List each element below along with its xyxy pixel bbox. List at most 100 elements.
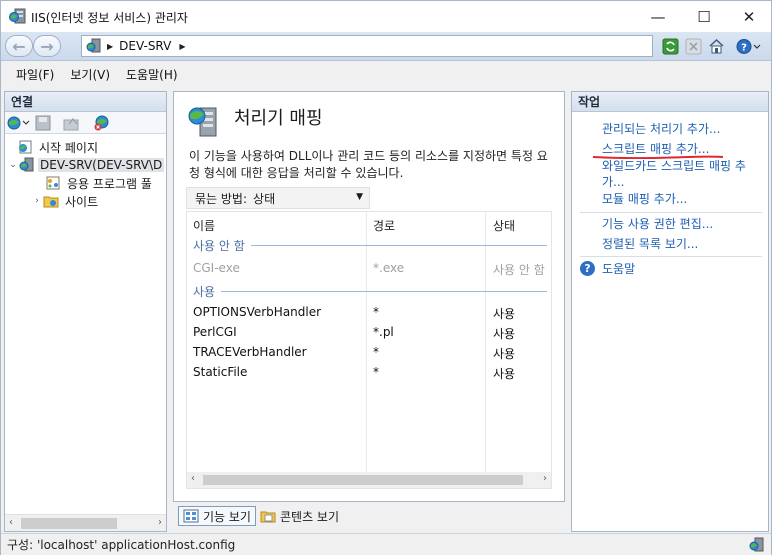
feature-title: 처리기 매핑 bbox=[234, 108, 323, 129]
scroll-right-icon[interactable]: › bbox=[543, 473, 547, 484]
features-view-icon bbox=[183, 509, 199, 523]
tab-label: 기능 보기 bbox=[203, 509, 251, 524]
close-icon: ✕ bbox=[742, 7, 756, 26]
group-header-enabled[interactable]: 사용 bbox=[193, 283, 547, 300]
forward-arrow-icon: → bbox=[40, 36, 54, 56]
collapse-icon[interactable]: ⌄ bbox=[7, 160, 19, 170]
menu-view[interactable]: 보기(V) bbox=[62, 66, 118, 83]
feature-panel: 처리기 매핑 이 기능을 사용하여 DLL이나 관리 코드 등의 리소스를 지정… bbox=[173, 91, 565, 502]
home-icon[interactable] bbox=[708, 38, 725, 55]
action-add-managed-handler[interactable]: 관리되는 처리기 추가... bbox=[602, 121, 762, 137]
iis-app-icon bbox=[9, 8, 26, 24]
connect-icon[interactable] bbox=[7, 115, 31, 131]
actions-header: 작업 bbox=[572, 92, 768, 112]
group-label: 사용 안 함 bbox=[193, 239, 245, 253]
cell-state: 사용 안 함 bbox=[493, 263, 545, 277]
tab-content-view[interactable]: 콘텐츠 보기 bbox=[256, 506, 343, 526]
cell-path: * bbox=[373, 305, 379, 319]
breadcrumb-arrow-icon[interactable]: ▶ bbox=[107, 42, 113, 51]
feature-description: 이 기능을 사용하여 DLL이나 관리 코드 등의 리소스를 지정하면 특정 요… bbox=[189, 149, 548, 180]
actions-panel: 작업 관리되는 처리기 추가... 스크립트 매핑 추가... 와일드카드 스크… bbox=[571, 91, 769, 532]
cell-name: StaticFile bbox=[193, 365, 248, 379]
cell-state: 사용 bbox=[493, 307, 516, 321]
up-level-icon[interactable] bbox=[63, 115, 79, 131]
status-text: 구성: 'localhost' applicationHost.config bbox=[7, 538, 236, 552]
group-by-label: 묶는 방법: bbox=[195, 191, 248, 206]
cell-name: PerlCGI bbox=[193, 325, 237, 339]
group-divider bbox=[250, 245, 547, 246]
tab-features-view[interactable]: 기능 보기 bbox=[178, 506, 256, 526]
cell-name: OPTIONSVerbHandler bbox=[193, 305, 322, 319]
cell-name: TRACEVerbHandler bbox=[193, 345, 307, 359]
actions-divider bbox=[580, 256, 762, 257]
scrollbar-thumb[interactable] bbox=[203, 475, 523, 485]
menu-help[interactable]: 도움말(H) bbox=[118, 66, 186, 83]
action-add-module-mapping[interactable]: 모듈 매핑 추가... bbox=[602, 191, 762, 207]
tab-label: 콘텐츠 보기 bbox=[279, 509, 339, 524]
action-add-wildcard-script-map[interactable]: 와일드카드 스크립트 매핑 추가... bbox=[602, 158, 762, 190]
disconnect-icon[interactable] bbox=[93, 115, 111, 131]
cell-path: *.pl bbox=[373, 325, 394, 339]
minimize-icon: — bbox=[650, 7, 666, 26]
cell-state: 사용 bbox=[493, 327, 516, 341]
scroll-left-icon[interactable]: ‹ bbox=[191, 473, 195, 484]
tree-item-sites[interactable]: › 사이트 bbox=[31, 192, 100, 210]
cell-state: 사용 bbox=[493, 367, 516, 381]
grid-hscrollbar[interactable]: ‹ › bbox=[187, 472, 551, 488]
save-icon[interactable] bbox=[35, 115, 51, 131]
handler-mappings-grid: ^ 이름 경로 상태 사용 안 함 CGI-exe *.exe 사용 안 함 사… bbox=[186, 211, 552, 489]
action-help[interactable]: 도움말 bbox=[602, 261, 762, 277]
column-header-name[interactable]: 이름 bbox=[193, 217, 215, 234]
handler-mappings-icon bbox=[188, 107, 217, 137]
cell-state: 사용 bbox=[493, 347, 516, 361]
server-status-icon bbox=[749, 537, 764, 552]
menu-bar: 파일(F) 보기(V) 도움말(H) bbox=[1, 62, 771, 87]
action-edit-feature-permissions[interactable]: 기능 사용 권한 편집... bbox=[602, 216, 762, 232]
scrollbar-thumb[interactable] bbox=[21, 518, 117, 529]
breadcrumb-server[interactable]: DEV-SRV bbox=[119, 39, 171, 53]
sites-folder-icon bbox=[43, 196, 59, 208]
address-bar: ← → ▶ DEV-SRV ▶ ? bbox=[1, 32, 771, 61]
stop-icon[interactable] bbox=[685, 38, 702, 55]
breadcrumb-arrow-icon[interactable]: ▶ bbox=[179, 42, 185, 51]
back-arrow-icon: ← bbox=[12, 36, 26, 56]
maximize-button[interactable]: ☐ bbox=[681, 1, 727, 32]
sort-ascending-icon: ^ bbox=[274, 211, 282, 219]
minimize-button[interactable]: — bbox=[635, 1, 681, 32]
group-header-disabled[interactable]: 사용 안 함 bbox=[193, 237, 547, 254]
back-button[interactable]: ← bbox=[5, 35, 33, 57]
address-field[interactable]: ▶ DEV-SRV ▶ bbox=[81, 35, 653, 57]
group-divider bbox=[221, 291, 547, 292]
expand-icon[interactable]: › bbox=[31, 196, 43, 206]
scroll-left-icon[interactable]: ‹ bbox=[9, 517, 13, 528]
tree-item-label: 응용 프로그램 풀 bbox=[67, 176, 152, 191]
tree-item-app-pools[interactable]: 응용 프로그램 풀 bbox=[45, 174, 154, 192]
column-header-state[interactable]: 상태 bbox=[493, 217, 515, 234]
title-bar: IIS(인터넷 정보 서비스) 관리자 — ☐ ✕ bbox=[1, 1, 771, 32]
refresh-icon[interactable] bbox=[662, 38, 679, 55]
group-by-value: 상태 bbox=[253, 191, 276, 206]
cell-path: * bbox=[373, 365, 379, 379]
scroll-right-icon[interactable]: › bbox=[158, 517, 162, 528]
view-tabs: 기능 보기 콘텐츠 보기 bbox=[173, 504, 565, 528]
svg-text:?: ? bbox=[741, 43, 747, 54]
connections-header: 연결 bbox=[5, 92, 166, 112]
actions-divider bbox=[580, 212, 762, 213]
group-label: 사용 bbox=[193, 285, 216, 299]
forward-button[interactable]: → bbox=[33, 35, 61, 57]
grid-header: ^ 이름 경로 상태 bbox=[187, 211, 551, 236]
status-bar: 구성: 'localhost' applicationHost.config bbox=[1, 533, 771, 555]
content-view-icon bbox=[260, 511, 276, 523]
help-dropdown-icon[interactable]: ? bbox=[736, 38, 762, 55]
close-button[interactable]: ✕ bbox=[726, 1, 772, 32]
action-view-ordered-list[interactable]: 정렬된 목록 보기... bbox=[602, 236, 762, 252]
tree-item-server[interactable]: ⌄ DEV-SRV(DEV-SRV\D bbox=[7, 156, 165, 174]
group-by-dropdown[interactable]: 묶는 방법: 상태 ▼ bbox=[186, 187, 370, 209]
tree-item-start-page[interactable]: 시작 페이지 bbox=[17, 138, 100, 156]
connections-hscrollbar[interactable]: ‹ › bbox=[5, 514, 166, 531]
column-header-path[interactable]: 경로 bbox=[373, 217, 395, 234]
app-pools-icon bbox=[46, 176, 60, 190]
menu-file[interactable]: 파일(F) bbox=[8, 66, 62, 83]
dropdown-caret-icon: ▼ bbox=[356, 192, 363, 202]
iis-manager-window: IIS(인터넷 정보 서비스) 관리자 — ☐ ✕ ← → ▶ DEV-SRV … bbox=[0, 0, 772, 555]
